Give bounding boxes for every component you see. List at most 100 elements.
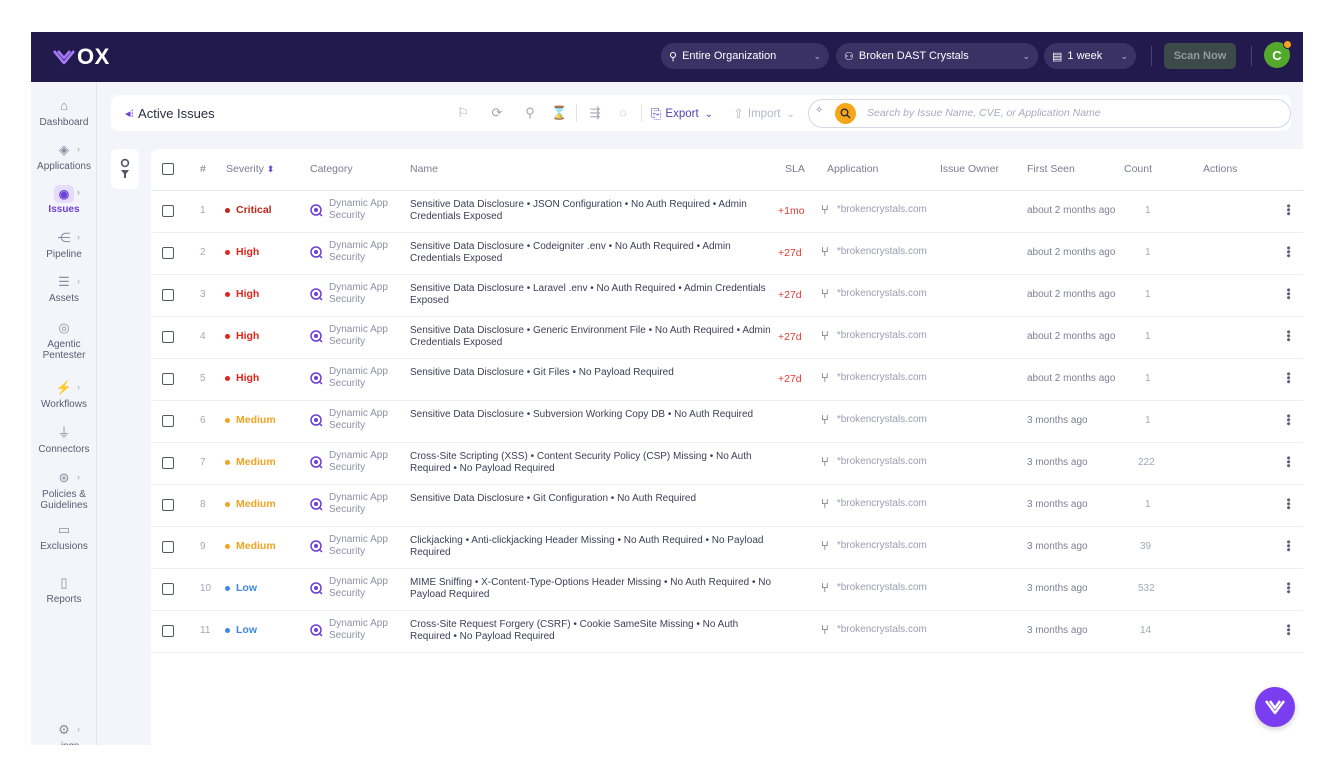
row-checkbox[interactable] xyxy=(162,541,174,553)
ox-logo[interactable]: OX xyxy=(53,44,110,70)
row-checkbox[interactable] xyxy=(162,625,174,637)
sidebar-item-applications[interactable]: ◈ › Applications xyxy=(31,142,97,172)
sidebar-item-reports[interactable]: ▯ Reports xyxy=(31,575,97,605)
issue-name[interactable]: Sensitive Data Disclosure • Codeigniter … xyxy=(410,241,775,265)
row-checkbox[interactable] xyxy=(162,457,174,469)
sidebar-item-connectors[interactable]: ⏚ Connectors xyxy=(31,425,97,455)
sidebar-item-workflows[interactable]: ⚡ › Workflows xyxy=(31,380,97,410)
column-severity[interactable]: Severity ⬍ xyxy=(226,163,274,175)
application-cell[interactable]: ⑂ *brokencrystals.com xyxy=(821,202,927,217)
row-checkbox[interactable] xyxy=(162,247,174,259)
issue-name[interactable]: Sensitive Data Disclosure • Git Configur… xyxy=(410,493,775,505)
severity-dot xyxy=(225,333,230,339)
import-button[interactable]: ⇧ Import ⌄ xyxy=(733,106,795,122)
table-row[interactable]: 10 Low Dynamic App Security MIME Sniffing •… xyxy=(151,569,1303,611)
table-row[interactable]: 7 Medium Dynamic App Security Cross-Site Sc… xyxy=(151,443,1303,485)
tag-icon[interactable]: ⇶ xyxy=(587,105,603,121)
bulk-actions-icon[interactable]: ⚐ xyxy=(455,105,471,121)
sidebar-item-exclusions[interactable]: ▭ Exclusions xyxy=(31,522,97,552)
table-row[interactable]: 8 Medium Dynamic App Security Sensitive Dat… xyxy=(151,485,1303,527)
assign-owner-icon[interactable]: ⚲ xyxy=(522,105,538,121)
more-actions-icon[interactable]: ••• xyxy=(1282,624,1294,636)
ox-assistant-button[interactable] xyxy=(1255,687,1295,727)
time-filter-dropdown[interactable]: ▤ 1 week ⌄ xyxy=(1044,43,1136,69)
more-actions-icon[interactable]: ••• xyxy=(1282,540,1294,552)
row-checkbox[interactable] xyxy=(162,331,174,343)
application-cell[interactable]: ⑂ *brokencrystals.com xyxy=(821,244,927,259)
sidebar-item-issues[interactable]: ◉ › Issues xyxy=(31,185,97,215)
search-icon[interactable] xyxy=(835,103,856,124)
sparkle-icon[interactable]: ✧ xyxy=(815,105,823,116)
application-cell[interactable]: ⑂ *brokencrystals.com xyxy=(821,496,927,511)
issue-name[interactable]: Cross-Site Scripting (XSS) • Content Sec… xyxy=(410,451,775,475)
row-checkbox[interactable] xyxy=(162,415,174,427)
issue-name[interactable]: MIME Sniffing • X-Content-Type-Options H… xyxy=(410,577,775,601)
comment-icon[interactable]: ◌ xyxy=(615,105,631,121)
sidebar-item-settings[interactable]: ⚙ › ings xyxy=(31,722,97,745)
export-button[interactable]: ⎘ Export ⌄ xyxy=(651,106,713,122)
category-cell: Dynamic App Security xyxy=(309,618,393,641)
sidebar-item-agentic-pentester[interactable]: ◎ Agentic Pentester xyxy=(31,320,97,361)
org-filter-dropdown[interactable]: ⚲ Entire Organization ⌄ xyxy=(661,43,829,69)
column-first-seen: First Seen xyxy=(1027,163,1075,175)
search-input[interactable]: Search by Issue Name, CVE, or Applicatio… xyxy=(867,107,1101,119)
sidebar-item-policies[interactable]: ⊛ › Policies & Guidelines xyxy=(31,470,97,511)
issue-name[interactable]: Sensitive Data Disclosure • Git Files • … xyxy=(410,367,775,379)
more-actions-icon[interactable]: ••• xyxy=(1282,582,1294,594)
more-actions-icon[interactable]: ••• xyxy=(1282,246,1294,258)
table-row[interactable]: 5 High Dynamic App Security Sensitive Data … xyxy=(151,359,1303,401)
row-checkbox[interactable] xyxy=(162,289,174,301)
application-cell[interactable]: ⑂ *brokencrystals.com xyxy=(821,622,927,637)
more-actions-icon[interactable]: ••• xyxy=(1282,372,1294,384)
more-actions-icon[interactable]: ••• xyxy=(1282,456,1294,468)
table-row[interactable]: 9 Medium Dynamic App Security Clickjacking … xyxy=(151,527,1303,569)
application-cell[interactable]: ⑂ *brokencrystals.com xyxy=(821,538,927,553)
issue-name[interactable]: Sensitive Data Disclosure • JSON Configu… xyxy=(410,199,775,223)
application-cell[interactable]: ⑂ *brokencrystals.com xyxy=(821,328,927,343)
severity-badge: High xyxy=(225,246,259,258)
export-icon: ⎘ xyxy=(651,106,662,121)
hourglass-icon[interactable]: ⌛ xyxy=(551,105,567,121)
sidebar-item-dashboard[interactable]: ⌂ Dashboard xyxy=(31,98,97,128)
more-actions-icon[interactable]: ••• xyxy=(1282,204,1294,216)
more-actions-icon[interactable]: ••• xyxy=(1282,330,1294,342)
sidebar-item-pipeline[interactable]: ⋲ › Pipeline xyxy=(31,230,97,260)
row-checkbox[interactable] xyxy=(162,583,174,595)
scan-now-button[interactable]: Scan Now xyxy=(1164,43,1236,69)
issue-name[interactable]: Cross-Site Request Forgery (CSRF) • Cook… xyxy=(410,619,775,643)
issue-name[interactable]: Sensitive Data Disclosure • Subversion W… xyxy=(410,409,775,421)
more-actions-icon[interactable]: ••• xyxy=(1282,414,1294,426)
app-filter-dropdown[interactable]: ⚇ Broken DAST Crystals ⌄ xyxy=(836,43,1038,69)
application-cell[interactable]: ⑂ *brokencrystals.com xyxy=(821,580,927,595)
table-row[interactable]: 6 Medium Dynamic App Security Sensitive Dat… xyxy=(151,401,1303,443)
more-actions-icon[interactable]: ••• xyxy=(1282,288,1294,300)
application-name: *brokencrystals.com xyxy=(836,498,927,509)
table-row[interactable]: 1 Critical Dynamic App Security Sensitive D… xyxy=(151,191,1303,233)
application-cell[interactable]: ⑂ *brokencrystals.com xyxy=(821,412,927,427)
first-seen-value: about 2 months ago xyxy=(1027,205,1116,216)
application-cell[interactable]: ⑂ *brokencrystals.com xyxy=(821,286,927,301)
branch-icon: ⑂ xyxy=(821,370,829,385)
severity-dot xyxy=(225,207,230,213)
dynamic-app-security-icon xyxy=(310,497,323,511)
row-checkbox[interactable] xyxy=(162,499,174,511)
issue-name[interactable]: Sensitive Data Disclosure • Generic Envi… xyxy=(410,325,775,349)
application-cell[interactable]: ⑂ *brokencrystals.com xyxy=(821,454,927,469)
table-row[interactable]: 11 Low Dynamic App Security Cross-Site Requ… xyxy=(151,611,1303,653)
table-row[interactable]: 2 High Dynamic App Security Sensitive Data … xyxy=(151,233,1303,275)
more-actions-icon[interactable]: ••• xyxy=(1282,498,1294,510)
application-cell[interactable]: ⑂ *brokencrystals.com xyxy=(821,370,927,385)
issue-name[interactable]: Clickjacking • Anti-clickjacking Header … xyxy=(410,535,775,559)
table-header: # Severity ⬍ Category Name SLA Applicati… xyxy=(151,149,1303,191)
row-checkbox[interactable] xyxy=(162,205,174,217)
sidebar-item-assets[interactable]: ☰ › Assets xyxy=(31,274,97,304)
workflows-icon: ⚡ xyxy=(55,380,73,395)
row-checkbox[interactable] xyxy=(162,373,174,385)
issue-name[interactable]: Sensitive Data Disclosure • Laravel .env… xyxy=(410,283,775,307)
filter-toggle[interactable] xyxy=(111,149,139,189)
table-row[interactable]: 3 High Dynamic App Security Sensitive Data … xyxy=(151,275,1303,317)
search-box[interactable]: ✧ Search by Issue Name, CVE, or Applicat… xyxy=(808,99,1291,128)
sync-icon[interactable]: ⟳ xyxy=(489,105,505,121)
select-all-checkbox[interactable] xyxy=(162,163,174,175)
table-row[interactable]: 4 High Dynamic App Security Sensitive Data … xyxy=(151,317,1303,359)
